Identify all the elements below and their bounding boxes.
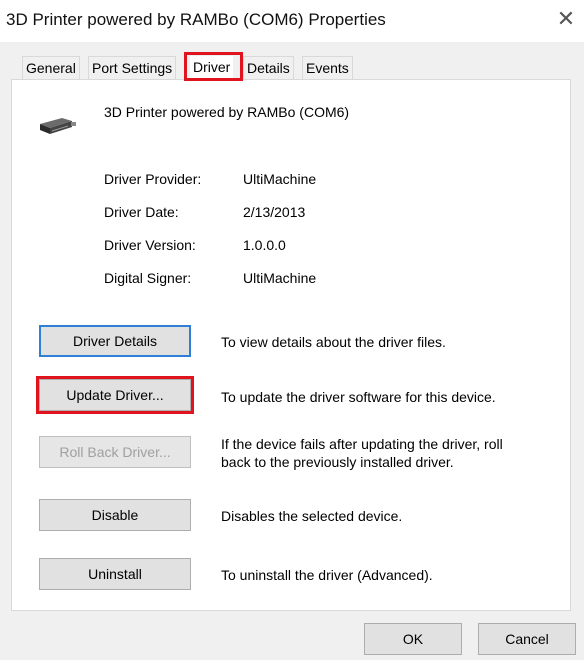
digital-signer-value: UltiMachine <box>243 270 317 286</box>
device-name: 3D Printer powered by RAMBo (COM6) <box>104 104 350 120</box>
roll-back-driver-description-line-1: If the device fails after updating the d… <box>221 436 503 452</box>
roll-back-driver-description-line-2: back to the previously installed driver. <box>221 454 454 470</box>
driver-date-value: 2/13/2013 <box>243 204 306 220</box>
disable-description: Disables the selected device. <box>221 508 403 524</box>
driver-provider-label: Driver Provider: <box>104 171 202 187</box>
tab-details[interactable]: Details <box>243 56 294 79</box>
disable-button[interactable]: Disable <box>39 499 191 531</box>
digital-signer-label: Digital Signer: <box>104 270 192 286</box>
ok-button[interactable]: OK <box>364 623 462 655</box>
tab-driver-highlight <box>184 52 243 81</box>
driver-date-label: Driver Date: <box>104 204 179 220</box>
window-title: 3D Printer powered by RAMBo (COM6) Prope… <box>6 10 386 29</box>
driver-version-value: 1.0.0.0 <box>243 237 286 253</box>
driver-version-label: Driver Version: <box>104 237 196 253</box>
update-driver-highlight <box>36 376 194 414</box>
driver-details-description: To view details about the driver files. <box>221 334 446 350</box>
tab-port-settings[interactable]: Port Settings <box>88 56 177 79</box>
roll-back-driver-button[interactable]: Roll Back Driver... <box>39 436 191 468</box>
close-icon[interactable]: ✕ <box>555 6 577 32</box>
cancel-button[interactable]: Cancel <box>478 623 576 655</box>
driver-details-button[interactable]: Driver Details <box>39 325 191 357</box>
tab-events[interactable]: Events <box>302 56 353 79</box>
update-driver-description: To update the driver software for this d… <box>221 389 496 405</box>
printer-icon <box>38 112 78 138</box>
uninstall-description: To uninstall the driver (Advanced). <box>221 567 433 583</box>
driver-provider-value: UltiMachine <box>243 171 317 187</box>
uninstall-button[interactable]: Uninstall <box>39 558 191 590</box>
tab-general[interactable]: General <box>22 56 80 79</box>
